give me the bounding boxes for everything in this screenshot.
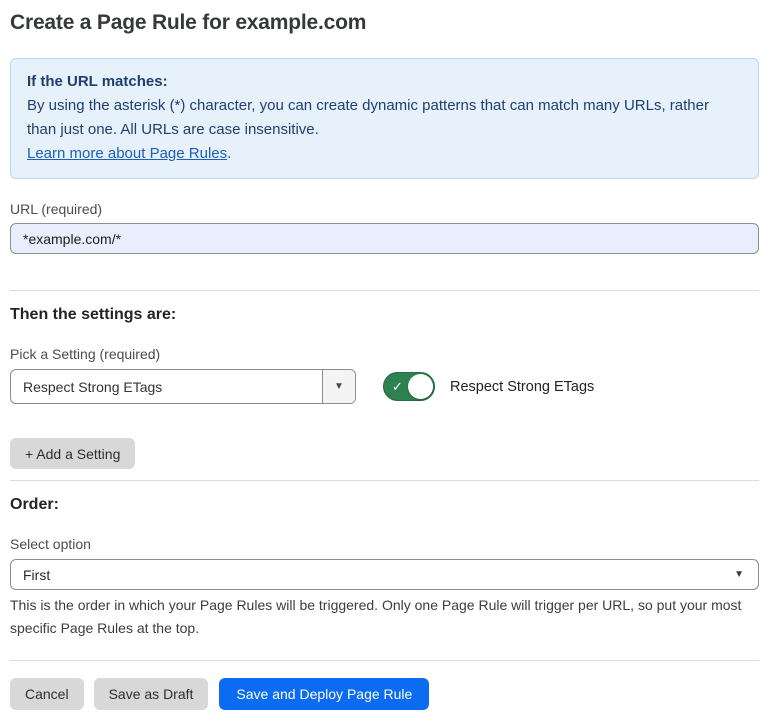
setting-row: Respect Strong ETags ▼ ✓ Respect Strong … <box>10 369 759 404</box>
section-divider <box>10 660 759 661</box>
setting-select-arrow-button[interactable]: ▼ <box>322 370 355 403</box>
toggle-check-icon: ✓ <box>392 379 403 395</box>
setting-select[interactable]: Respect Strong ETags ▼ <box>10 369 356 404</box>
order-section-heading: Order: <box>10 496 759 514</box>
order-help-text: This is the order in which your Page Rul… <box>10 594 755 640</box>
toggle-knob <box>408 374 433 399</box>
learn-more-link[interactable]: Learn more about Page Rules <box>27 145 227 162</box>
add-setting-button[interactable]: + Add a Setting <box>10 438 135 469</box>
cancel-button[interactable]: Cancel <box>10 678 84 710</box>
order-select-label: Select option <box>10 536 759 552</box>
info-box-link-line: Learn more about Page Rules. <box>27 142 742 166</box>
create-page-rule-form: Create a Page Rule for example.com If th… <box>0 0 769 726</box>
respect-strong-etags-toggle[interactable]: ✓ <box>383 372 435 401</box>
url-input[interactable] <box>10 223 759 254</box>
info-box-heading: If the URL matches: <box>27 70 742 94</box>
settings-section-heading: Then the settings are: <box>10 306 759 324</box>
section-divider <box>10 480 759 481</box>
order-select[interactable]: First ▼ <box>10 559 759 590</box>
form-actions: Cancel Save as Draft Save and Deploy Pag… <box>10 678 759 710</box>
toggle-label: Respect Strong ETags <box>450 379 594 395</box>
chevron-down-icon: ▼ <box>734 569 744 580</box>
section-divider <box>10 290 759 291</box>
chevron-down-icon: ▼ <box>334 381 344 392</box>
setting-select-value: Respect Strong ETags <box>11 370 322 403</box>
order-select-value: First <box>23 567 50 583</box>
save-and-deploy-button[interactable]: Save and Deploy Page Rule <box>219 678 429 710</box>
link-period: . <box>227 145 231 162</box>
url-field-label: URL (required) <box>10 201 759 217</box>
save-as-draft-button[interactable]: Save as Draft <box>94 678 209 710</box>
pick-setting-label: Pick a Setting (required) <box>10 346 759 362</box>
url-match-info-box: If the URL matches: By using the asteris… <box>10 58 759 179</box>
info-box-body: By using the asterisk (*) character, you… <box>27 94 742 142</box>
page-title: Create a Page Rule for example.com <box>10 11 759 35</box>
